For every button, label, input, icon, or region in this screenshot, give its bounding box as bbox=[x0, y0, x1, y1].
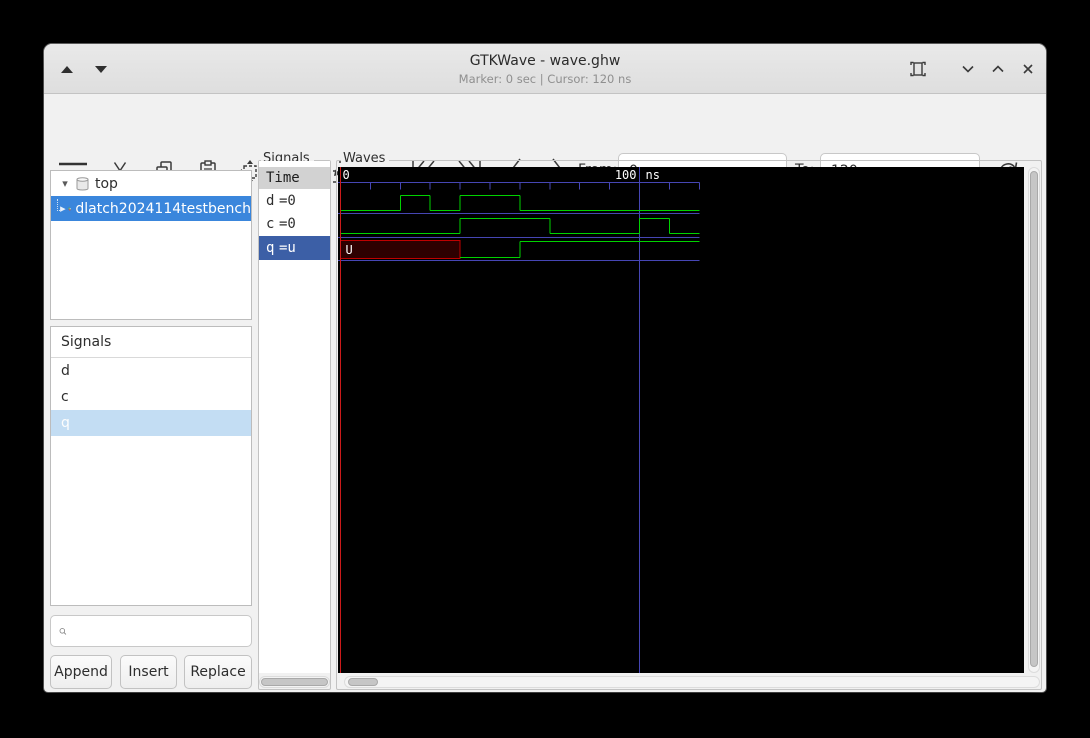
signal-list-item-c[interactable]: c bbox=[51, 384, 251, 410]
waves-frame-label: Waves bbox=[341, 151, 390, 167]
maximize-button[interactable] bbox=[984, 55, 1012, 83]
waveform-canvas: 0 100 ns U bbox=[338, 167, 700, 673]
close-button[interactable] bbox=[1014, 55, 1042, 83]
marker-cursor-status: Marker: 0 sec | Cursor: 120 ns bbox=[458, 72, 632, 86]
signals-list-header: Signals bbox=[51, 327, 251, 358]
window-title: GTKWave - wave.ghw bbox=[469, 53, 621, 69]
module-icon bbox=[67, 206, 72, 211]
tree-row-label: dlatch2024114testbench bbox=[75, 200, 251, 217]
waves-vscrollbar[interactable] bbox=[1028, 167, 1040, 673]
svg-text:0: 0 bbox=[343, 168, 350, 182]
signal-name: q bbox=[266, 240, 275, 256]
chevron-up-icon bbox=[992, 65, 1004, 73]
signal-search-box[interactable] bbox=[50, 615, 252, 647]
signal-name: d bbox=[266, 192, 275, 209]
scrollbar-thumb[interactable] bbox=[1030, 171, 1038, 667]
svg-text:U: U bbox=[346, 243, 353, 257]
signal-list-item-d[interactable]: d bbox=[51, 358, 251, 384]
close-icon bbox=[1023, 64, 1033, 74]
svg-text:ns: ns bbox=[646, 168, 660, 182]
wave-display[interactable]: 0 100 ns U bbox=[338, 167, 1024, 673]
sst-signals-list-panel: Signals d c q bbox=[50, 326, 252, 606]
signal-value: =0 bbox=[279, 192, 296, 209]
fullscreen-icon bbox=[910, 61, 926, 77]
signal-name: c bbox=[266, 216, 275, 232]
waves-hscrollbar[interactable] bbox=[344, 676, 1040, 688]
insert-button[interactable]: Insert bbox=[120, 655, 177, 689]
tree-row-top[interactable]: ▾ top bbox=[51, 171, 251, 196]
scrollbar-thumb[interactable] bbox=[348, 678, 378, 686]
signal-row-q[interactable]: q =u bbox=[259, 236, 330, 260]
tree-row-label: top bbox=[95, 175, 118, 192]
titlebar: GTKWave - wave.ghw Marker: 0 sec | Curso… bbox=[44, 44, 1046, 94]
svg-text:100: 100 bbox=[615, 168, 637, 182]
tree-row-dlatch-testbench[interactable]: ▸ dlatch2024114testbench bbox=[51, 196, 251, 221]
signal-row-c[interactable]: c =0 bbox=[259, 212, 330, 236]
sst-tree-panel: ▾ top ▸ dlatch2024114testbench bbox=[50, 170, 252, 320]
signal-names-hscrollbar[interactable] bbox=[259, 676, 330, 688]
time-header-cell[interactable]: Time bbox=[259, 167, 330, 189]
minimize-button[interactable] bbox=[954, 55, 982, 83]
tree-expander-closed-icon: ▸ bbox=[60, 202, 66, 215]
signal-value: =u bbox=[279, 240, 296, 256]
scrollbar-thumb[interactable] bbox=[261, 678, 328, 686]
fullscreen-button[interactable] bbox=[904, 55, 932, 83]
signal-row-d[interactable]: d =0 bbox=[259, 189, 330, 212]
signal-value: =0 bbox=[279, 216, 296, 232]
gtkwave-window: GTKWave - wave.ghw Marker: 0 sec | Curso… bbox=[44, 44, 1046, 692]
search-input[interactable] bbox=[73, 622, 251, 640]
chevron-down-icon bbox=[962, 65, 974, 73]
append-button[interactable]: Append bbox=[50, 655, 112, 689]
scope-cylinder-icon bbox=[76, 176, 89, 190]
search-icon bbox=[59, 627, 67, 635]
tree-expander-open-icon: ▾ bbox=[62, 177, 68, 190]
toolbar: From: To: bbox=[44, 94, 1046, 189]
replace-button[interactable]: Replace bbox=[184, 655, 252, 689]
signal-list-item-q[interactable]: q bbox=[51, 410, 251, 436]
